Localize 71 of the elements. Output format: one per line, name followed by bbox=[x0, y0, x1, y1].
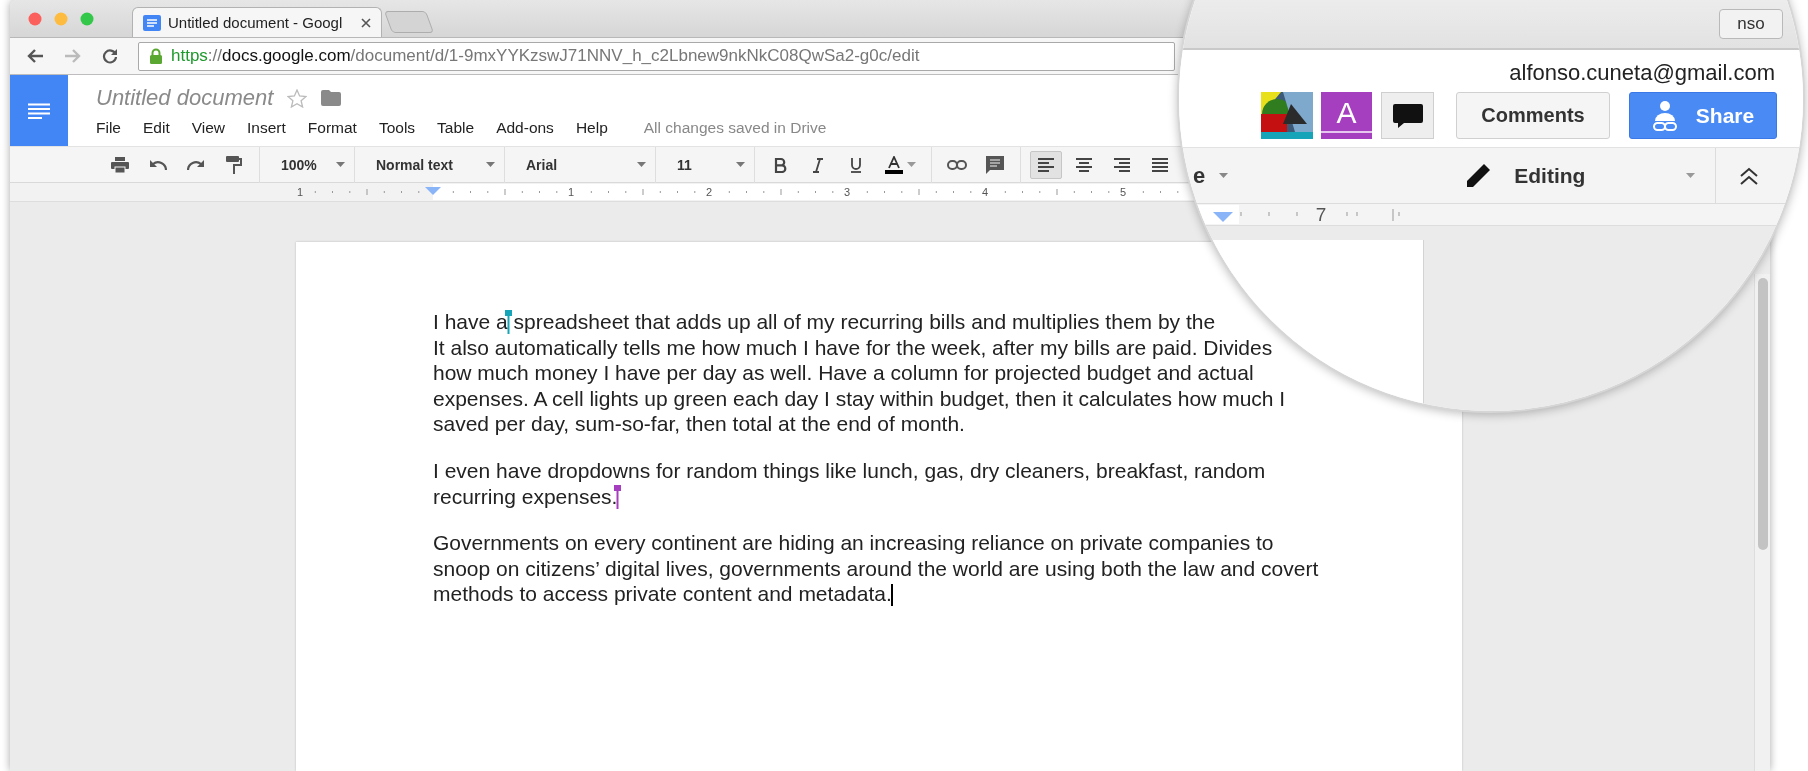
link-icon bbox=[947, 159, 967, 170]
ruler-number: 5 bbox=[1119, 186, 1127, 198]
caret-icon bbox=[736, 162, 745, 167]
close-icon[interactable] bbox=[361, 17, 371, 28]
menu-item[interactable]: View bbox=[191, 119, 226, 137]
bold-icon bbox=[773, 156, 787, 173]
chat-button[interactable] bbox=[1381, 92, 1434, 139]
caret-icon bbox=[1219, 173, 1229, 178]
redo-icon bbox=[187, 158, 205, 171]
browser-tab[interactable]: Untitled document - Googl bbox=[132, 7, 382, 37]
menu-item[interactable]: Tools bbox=[378, 119, 416, 137]
ruler-number: 7 bbox=[1315, 204, 1327, 225]
caret-icon bbox=[637, 162, 646, 167]
paragraph: Governments on every continent are hiding an increasing reliance on private companies to snoop on citizens’ digital lives, governments around the world are using both the law and covert methods to access private content and metadata. bbox=[433, 530, 1320, 607]
menu-item[interactable]: Format bbox=[307, 119, 357, 137]
align-center-icon bbox=[1075, 156, 1093, 173]
back-arrow-icon[interactable] bbox=[26, 48, 44, 64]
person-link-icon bbox=[1651, 100, 1678, 131]
justify-icon bbox=[1151, 156, 1169, 173]
avatar[interactable]: A bbox=[1321, 92, 1372, 139]
paint-format-icon bbox=[226, 155, 242, 174]
menu-item[interactable]: Edit bbox=[143, 119, 170, 137]
double-chevron-up-icon bbox=[1739, 166, 1760, 185]
address-field[interactable]: https://docs.google.com/document/d/1-9mxYYKzswJ71NNV_h_c2Lbnew9nkNkC08QwSa2-g0c/edit bbox=[138, 41, 1175, 71]
indent-marker[interactable] bbox=[1213, 212, 1233, 222]
pencil-icon bbox=[1464, 161, 1493, 190]
menu-item[interactable]: File bbox=[96, 119, 121, 137]
reload-icon[interactable] bbox=[102, 48, 118, 64]
comments-button[interactable]: Comments bbox=[1456, 92, 1610, 139]
menu-item[interactable]: Add-ons bbox=[496, 119, 554, 137]
font-dropdown[interactable]: Arial bbox=[514, 150, 652, 179]
caret-icon bbox=[486, 162, 495, 167]
folder-icon[interactable] bbox=[321, 90, 342, 106]
paragraph: I have a spreadsheet that adds up all of my recurring bills and multiplies them by the It also automatically tells me how much I have for the week, after my bills are paid. Divides how much money I have per day as well. Have a column for projected budget and actual expenses. A cell lights up green each day I stay within budget, then it calculates how much I saved per day, sum-so-far, then total at the end of month. bbox=[433, 309, 1287, 437]
indent-marker[interactable] bbox=[425, 187, 441, 195]
align-right-icon bbox=[1113, 156, 1131, 173]
ruler-number: 1 bbox=[567, 186, 575, 198]
menu-item[interactable]: Table bbox=[437, 119, 475, 137]
lock-icon bbox=[149, 48, 163, 64]
ruler-number: 3 bbox=[843, 186, 851, 198]
document-icon bbox=[143, 14, 161, 31]
account-email: alfonso.cuneta@gmail.com bbox=[1509, 60, 1775, 86]
text-color-icon bbox=[884, 155, 903, 174]
caret-icon bbox=[1686, 173, 1696, 178]
save-status: All changes saved in Drive bbox=[643, 119, 827, 137]
menu-item[interactable]: Insert bbox=[247, 119, 286, 137]
underline-icon bbox=[849, 156, 863, 173]
menu-item[interactable]: Help bbox=[575, 119, 608, 137]
speech-bubble-icon bbox=[1392, 103, 1423, 128]
star-icon[interactable] bbox=[287, 88, 308, 108]
mode-dropdown[interactable]: Editing bbox=[1454, 148, 1708, 203]
print-icon bbox=[111, 156, 129, 173]
ruler-number: 2 bbox=[705, 186, 713, 198]
caret-icon bbox=[336, 162, 345, 167]
caret-icon bbox=[906, 162, 916, 167]
partial-label: e bbox=[1193, 162, 1206, 189]
align-left-button[interactable] bbox=[1030, 150, 1062, 179]
style-dropdown[interactable]: Normal text bbox=[364, 150, 501, 179]
comment-icon bbox=[986, 155, 1004, 174]
italic-icon bbox=[811, 156, 825, 173]
scrollbar-thumb[interactable] bbox=[1758, 278, 1768, 550]
zoom-dropdown[interactable]: 100% bbox=[269, 150, 351, 179]
paragraph: I even have dropdowns for random things like lunch, gas, dry cleaners, breakfast, random recurring expenses. bbox=[433, 457, 1267, 510]
align-left-icon bbox=[1037, 156, 1055, 173]
avatar-image[interactable] bbox=[1261, 92, 1313, 132]
docs-logo[interactable] bbox=[10, 75, 68, 146]
ruler-number: 1 bbox=[296, 186, 304, 198]
undo-icon bbox=[149, 158, 167, 171]
profile-button[interactable]: nso bbox=[1719, 9, 1783, 39]
font-size-dropdown[interactable]: 11 bbox=[665, 150, 751, 179]
ruler-number: 4 bbox=[981, 186, 989, 198]
